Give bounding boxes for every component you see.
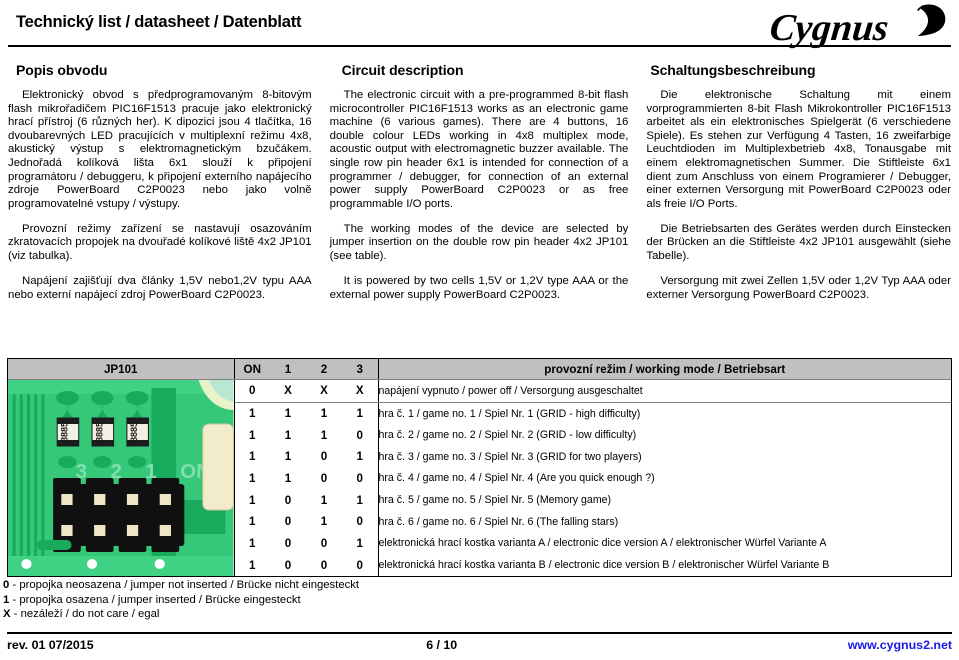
header-working-mode: provozní režim / working mode / Betriebs… xyxy=(377,359,951,380)
svg-text:Cygnus: Cygnus xyxy=(771,7,890,49)
cell-description: hra č. 3 / game no. 3 / Spiel Nr. 3 (GRI… xyxy=(377,446,951,468)
cell-bit3: 1 xyxy=(356,407,363,420)
paragraph-en-2: The working modes of the device are sele… xyxy=(329,222,629,263)
website-link[interactable]: www.cygnus2.net xyxy=(848,638,952,652)
legend-text: - propojka neosazena / jumper not insert… xyxy=(9,579,360,591)
table-body: 8885 8885 8885 3 2 1 ON 0 X X X napájení… xyxy=(8,379,951,576)
page-header: Technický list / datasheet / Datenblatt … xyxy=(8,0,951,52)
description-columns: Popis obvodu Elektronický obvod s předpr… xyxy=(0,56,959,314)
cell-on: 0 xyxy=(234,379,270,403)
cell-on: 1 xyxy=(249,471,256,485)
cell-bit1: 0 xyxy=(284,536,292,550)
table-legend: 0 - propojka neosazena / jumper not inse… xyxy=(3,578,359,622)
cell-bit2: 1 xyxy=(320,407,328,420)
paragraph-cz-3: Napájení zajišťují dva články 1,5V nebo1… xyxy=(8,275,312,301)
column-heading-czech: Popis obvodu xyxy=(16,62,108,78)
revision-text: rev. 01 07/2015 xyxy=(7,638,94,652)
cell-on: 1 xyxy=(249,450,256,464)
cell-description: napájení vypnuto / power off / Versorgun… xyxy=(377,379,951,403)
cell-bit2: 0 xyxy=(320,450,328,464)
cell-bit3: 1 xyxy=(356,450,363,464)
cell-bit3: 0 xyxy=(356,558,363,572)
legend-item: 0 - propojka neosazena / jumper not inse… xyxy=(3,578,359,593)
legend-key: X xyxy=(3,608,11,621)
resistor-value-1: 8885 xyxy=(59,422,69,442)
legend-item: 1 - propojka osazena / jumper inserted /… xyxy=(3,593,359,608)
cell-bit2: 0 xyxy=(320,536,328,550)
legend-text: - nezáleží / do not care / egal xyxy=(10,608,160,621)
column-german: Schaltungsbeschreibung Die elektronische… xyxy=(646,56,951,314)
paragraph-de-3: Versorgung mit zwei Zellen 1,5V oder 1,2… xyxy=(646,275,951,301)
cell-description: hra č. 6 / game no. 6 / Spiel Nr. 6 (The… xyxy=(377,510,951,533)
cell-bit3: 1 xyxy=(356,536,363,550)
cell-on: 1 xyxy=(249,407,256,420)
cell-description: elektronická hrací kostka varianta A / e… xyxy=(377,532,951,555)
page-footer: rev. 01 07/2015 6 / 10 www.cygnus2.net xyxy=(7,632,952,652)
cell-bit3: X xyxy=(342,379,378,403)
cell-bit2: 1 xyxy=(320,493,328,507)
cell-on: 1 xyxy=(249,428,256,442)
cell-on: 1 xyxy=(249,515,256,529)
table-header-row: JP101 ON 1 2 3 provozní režim / working … xyxy=(8,359,951,380)
cell-bit2: 1 xyxy=(320,428,328,442)
paragraph-en-1: The electronic circuit with a pre-progra… xyxy=(329,89,629,210)
resistor-value-3: 8885 xyxy=(129,422,139,442)
cell-bit1: 1 xyxy=(284,407,292,420)
cell-on: 1 xyxy=(249,558,256,572)
cell-bit1: 0 xyxy=(284,558,292,572)
cell-bit2: 0 xyxy=(320,558,328,572)
cell-bit1: X xyxy=(270,379,306,403)
cell-bit3: 0 xyxy=(356,471,363,485)
cell-description: hra č. 2 / game no. 2 / Spiel Nr. 2 (GRI… xyxy=(377,424,951,446)
column-english: Circuit description The electronic circu… xyxy=(330,56,647,314)
legend-item: X - nezáleží / do not care / egal xyxy=(3,607,359,622)
cell-bit2: 0 xyxy=(320,471,328,485)
header-on: ON xyxy=(234,359,270,380)
cell-description: hra č. 1 / game no. 1 / Spiel Nr. 1 (GRI… xyxy=(377,402,951,425)
cell-bit1: 1 xyxy=(284,428,292,442)
paragraph-cz-2: Provozní režimy zařízení se nastavují os… xyxy=(8,222,312,263)
legend-text: - propojka osazena / jumper inserted / B… xyxy=(9,593,301,606)
cell-bit1: 0 xyxy=(284,493,292,507)
paragraph-de-1: Die elektronische Schaltung mit einem vo… xyxy=(646,89,951,210)
column-heading-german: Schaltungsbeschreibung xyxy=(650,62,816,78)
pcb-photo-jp101: 8885 8885 8885 3 2 1 ON xyxy=(8,379,235,576)
cell-bit3: 0 xyxy=(356,428,363,442)
paragraph-cz-1: Elektronický obvod s předprogramovaným 8… xyxy=(8,89,312,210)
cell-bit2: 1 xyxy=(320,515,328,529)
cygnus-swan-logo: Cygnus xyxy=(771,0,951,50)
cell-description: hra č. 4 / game no. 4 / Spiel Nr. 4 (Are… xyxy=(377,467,951,490)
working-mode-table: JP101 ON 1 2 3 provozní režim / working … xyxy=(7,358,952,577)
cell-bit1: 1 xyxy=(284,450,292,464)
cell-bit1: 0 xyxy=(284,515,292,529)
header-bit-2: 2 xyxy=(306,359,342,380)
table-row: 8885 8885 8885 3 2 1 ON 0 X X X napájení… xyxy=(8,379,951,576)
header-bit-3: 3 xyxy=(342,359,378,380)
cell-description: hra č. 5 / game no. 5 / Spiel Nr. 5 (Mem… xyxy=(377,489,951,511)
cell-description: elektronická hrací kostka varianta B / e… xyxy=(377,554,951,576)
page-number: 6 / 10 xyxy=(426,638,458,652)
cell-on: 1 xyxy=(249,536,256,550)
cell-on: 1 xyxy=(249,493,256,507)
cell-bit2: X xyxy=(306,379,342,403)
column-czech: Popis obvodu Elektronický obvod s předpr… xyxy=(8,56,330,314)
resistor-value-2: 8885 xyxy=(94,422,104,442)
paragraph-de-2: Die Betriebsarten des Gerätes werden dur… xyxy=(646,222,951,263)
cell-bit3: 1 xyxy=(356,493,363,507)
cell-bit1: 1 xyxy=(284,471,292,485)
page-title: Technický list / datasheet / Datenblatt xyxy=(16,13,302,31)
footer-divider xyxy=(7,632,952,634)
cell-bit3: 0 xyxy=(356,515,363,529)
header-jp101: JP101 xyxy=(8,359,235,380)
paragraph-en-3: It is powered by two cells 1,5V or 1,2V … xyxy=(329,275,629,301)
header-bit-1: 1 xyxy=(270,359,306,380)
column-heading-english: Circuit description xyxy=(341,62,464,78)
